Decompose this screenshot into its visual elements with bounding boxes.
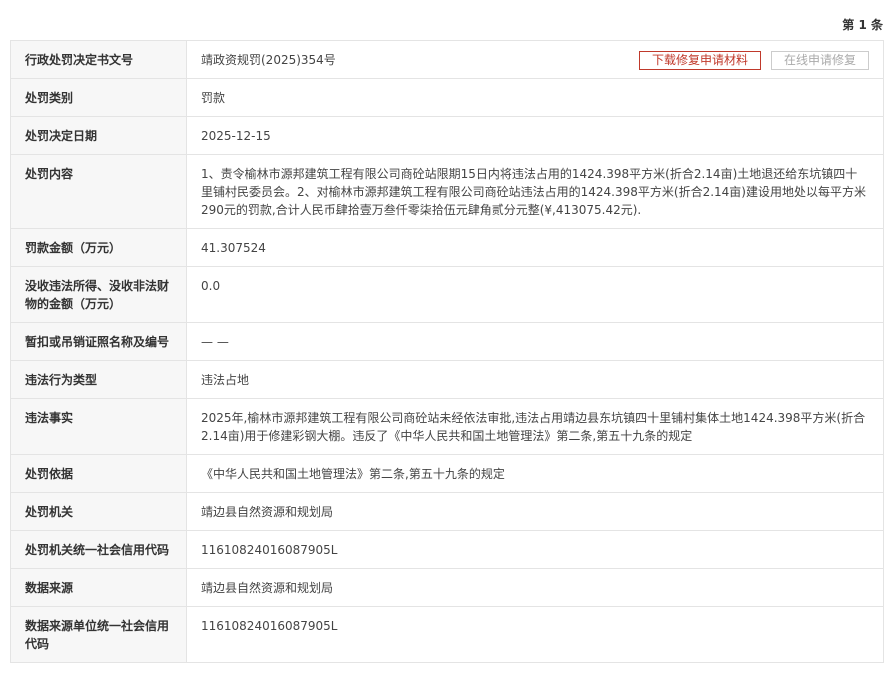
row-label: 处罚内容 (10, 154, 187, 229)
row-label: 暂扣或吊销证照名称及编号 (10, 322, 187, 361)
row-label: 处罚依据 (10, 454, 187, 493)
row-label: 违法行为类型 (10, 360, 187, 399)
record-counter: 第 1 条 (842, 18, 883, 32)
row-label: 数据来源单位统一社会信用代码 (10, 606, 187, 663)
row-value: 2025年,榆林市源邦建筑工程有限公司商砼站未经依法审批,违法占用靖边县东坑镇四… (186, 398, 884, 455)
row-value: 11610824016087905L (186, 530, 884, 569)
row-value: 2025-12-15 (186, 116, 884, 155)
row-label: 处罚类别 (10, 78, 187, 117)
table-row: 处罚决定日期 2025-12-15 (10, 116, 884, 155)
penalty-detail-table: 行政处罚决定书文号 靖政资规罚(2025)354号 下载修复申请材料 在线申请修… (10, 40, 884, 663)
table-row: 数据来源单位统一社会信用代码 11610824016087905L (10, 606, 884, 663)
row-label: 数据来源 (10, 568, 187, 607)
row-value: 11610824016087905L (186, 606, 884, 663)
download-repair-materials-button[interactable]: 下载修复申请材料 (638, 51, 761, 70)
row-label: 违法事实 (10, 398, 187, 455)
table-row: 罚款金额（万元） 41.307524 (10, 228, 884, 267)
table-row: 处罚依据 《中华人民共和国土地管理法》第二条,第五十九条的规定 (10, 454, 884, 493)
table-row: 处罚机关 靖边县自然资源和规划局 (10, 492, 884, 531)
row-value: 靖边县自然资源和规划局 (186, 568, 884, 607)
row-value: — — (186, 322, 884, 361)
row-label: 罚款金额（万元） (10, 228, 187, 267)
table-row: 没收违法所得、没收非法财物的金额（万元） 0.0 (10, 266, 884, 323)
row-value: 靖政资规罚(2025)354号 下载修复申请材料 在线申请修复 (186, 40, 884, 79)
row-value: 罚款 (186, 78, 884, 117)
row-value: 1、责令榆林市源邦建筑工程有限公司商砼站限期15日内将违法占用的1424.398… (186, 154, 884, 229)
row-label: 处罚机关 (10, 492, 187, 531)
row-value: 0.0 (186, 266, 884, 323)
table-row: 处罚类别 罚款 (10, 78, 884, 117)
table-row: 违法行为类型 违法占地 (10, 360, 884, 399)
online-repair-application-button[interactable]: 在线申请修复 (770, 51, 869, 70)
table-row: 处罚机关统一社会信用代码 11610824016087905L (10, 530, 884, 569)
table-row: 处罚内容 1、责令榆林市源邦建筑工程有限公司商砼站限期15日内将违法占用的142… (10, 154, 884, 229)
row-label: 处罚机关统一社会信用代码 (10, 530, 187, 569)
row-value: 41.307524 (186, 228, 884, 267)
row-label: 没收违法所得、没收非法财物的金额（万元） (10, 266, 187, 323)
row-value: 靖边县自然资源和规划局 (186, 492, 884, 531)
table-row: 违法事实 2025年,榆林市源邦建筑工程有限公司商砼站未经依法审批,违法占用靖边… (10, 398, 884, 455)
repair-actions: 下载修复申请材料 在线申请修复 (638, 51, 869, 70)
row-label: 行政处罚决定书文号 (10, 40, 187, 79)
table-row: 数据来源 靖边县自然资源和规划局 (10, 568, 884, 607)
row-value: 违法占地 (186, 360, 884, 399)
row-value: 《中华人民共和国土地管理法》第二条,第五十九条的规定 (186, 454, 884, 493)
row-label: 处罚决定日期 (10, 116, 187, 155)
decision-number: 靖政资规罚(2025)354号 (201, 53, 336, 67)
table-row: 暂扣或吊销证照名称及编号 — — (10, 322, 884, 361)
table-row: 行政处罚决定书文号 靖政资规罚(2025)354号 下载修复申请材料 在线申请修… (10, 40, 884, 79)
